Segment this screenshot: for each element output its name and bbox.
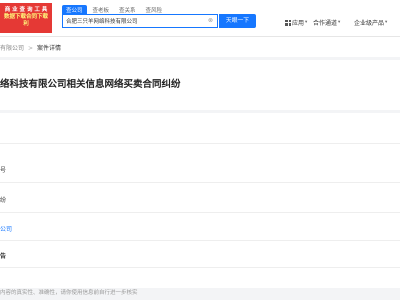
- case-cause-label: 纷: [0, 197, 7, 204]
- page-title: 络科技有限公司相关信息网络买卖合同纠纷: [0, 79, 181, 90]
- divider: [0, 143, 400, 144]
- notice-label: 告: [0, 253, 7, 260]
- disclaimer-text: 内容的真实性、准确性，请你使用信息前自行进一步核实: [0, 290, 138, 296]
- chevron-down-icon: ▾: [305, 20, 308, 25]
- clear-icon[interactable]: ⊗: [208, 17, 213, 24]
- breadcrumb-separator: >: [28, 45, 34, 52]
- detail-card: [0, 113, 400, 288]
- grid-icon: [285, 19, 291, 26]
- nav-cooperation-label: 合作通道: [313, 20, 338, 27]
- chevron-down-icon: ▾: [338, 20, 341, 25]
- divider: [0, 267, 400, 268]
- nav-cooperation[interactable]: 合作通道 ▾: [313, 18, 340, 27]
- divider: [0, 212, 400, 213]
- divider: [0, 182, 400, 183]
- search-input[interactable]: [66, 15, 202, 27]
- nav-enterprise[interactable]: 企业级产品 ▾: [354, 18, 387, 27]
- breadcrumb-current: 案件详情: [37, 45, 62, 52]
- party-link[interactable]: 公司: [0, 224, 12, 233]
- chevron-down-icon: ▾: [385, 20, 388, 25]
- search-button[interactable]: 天眼一下: [219, 14, 256, 28]
- logo-banner[interactable]: 商 业 查 询 工 具 数据下载合同下载利: [0, 3, 52, 33]
- nav-apps[interactable]: 应用 ▾: [285, 18, 307, 27]
- nav-enterprise-label: 企业级产品: [354, 20, 385, 27]
- case-number-label: 号: [0, 167, 7, 174]
- breadcrumb: 有限公司 > 案件详情: [0, 43, 61, 52]
- nav-apps-label: 应用: [292, 20, 305, 27]
- top-header: 商 业 查 询 工 具 数据下载合同下载利 查公司 查老板 查关系 查风险 ⊗ …: [0, 0, 400, 37]
- logo-line-2: 数据下载合同下载利: [3, 14, 48, 27]
- logo-line-1: 商 业 查 询 工 具: [4, 7, 48, 13]
- breadcrumb-parent[interactable]: 有限公司: [0, 45, 24, 52]
- search-box: ⊗: [62, 14, 218, 28]
- divider: [0, 240, 400, 241]
